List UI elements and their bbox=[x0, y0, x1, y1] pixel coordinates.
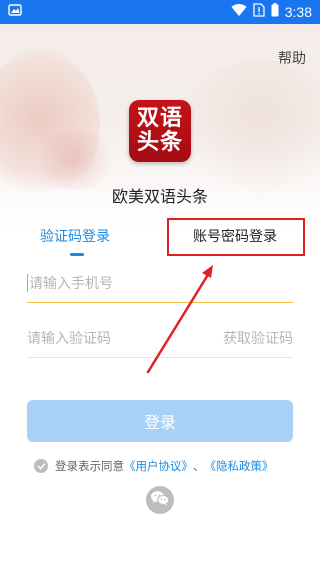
background-shape bbox=[180, 60, 320, 200]
wechat-icon bbox=[150, 490, 170, 510]
app-logo: 双语 头条 bbox=[129, 100, 191, 162]
code-placeholder: 请输入验证码 bbox=[27, 330, 111, 347]
phone-input[interactable]: 请输入手机号 bbox=[27, 263, 293, 303]
wifi-icon bbox=[231, 3, 247, 21]
annotation-highlight-box bbox=[167, 218, 305, 256]
tab-sms-login[interactable]: 验证码登录 bbox=[40, 226, 110, 246]
phone-placeholder: 请输入手机号 bbox=[29, 275, 113, 292]
agreement-separator: 、 bbox=[193, 459, 205, 473]
wechat-login-button[interactable] bbox=[146, 486, 174, 514]
status-bar: 3:38 bbox=[0, 0, 320, 24]
agreement-checkbox[interactable] bbox=[34, 459, 48, 473]
app-name: 欧美双语头条 bbox=[111, 187, 208, 206]
battery-icon bbox=[271, 3, 279, 21]
active-tab-indicator bbox=[70, 253, 84, 256]
get-code-button[interactable]: 获取验证码 bbox=[223, 328, 293, 348]
notification-icon bbox=[8, 3, 22, 21]
text-cursor bbox=[27, 273, 28, 292]
help-link[interactable]: 帮助 bbox=[278, 48, 306, 68]
code-input[interactable]: 请输入验证码 获取验证码 bbox=[27, 318, 293, 358]
no-sim-icon bbox=[253, 3, 265, 21]
agreement-prefix: 登录表示同意 bbox=[55, 459, 124, 473]
background-shape bbox=[30, 130, 120, 190]
user-agreement-link[interactable]: 《用户协议》 bbox=[124, 458, 193, 474]
privacy-policy-link[interactable]: 《隐私政策》 bbox=[205, 458, 274, 474]
login-button[interactable]: 登录 bbox=[27, 400, 293, 442]
app-logo-line2: 头条 bbox=[136, 130, 183, 155]
app-logo-line1: 双语 bbox=[136, 106, 183, 131]
agreement-row: 登录表示同意 《用户协议》 、 《隐私政策》 bbox=[34, 458, 274, 474]
status-time: 3:38 bbox=[284, 4, 312, 20]
